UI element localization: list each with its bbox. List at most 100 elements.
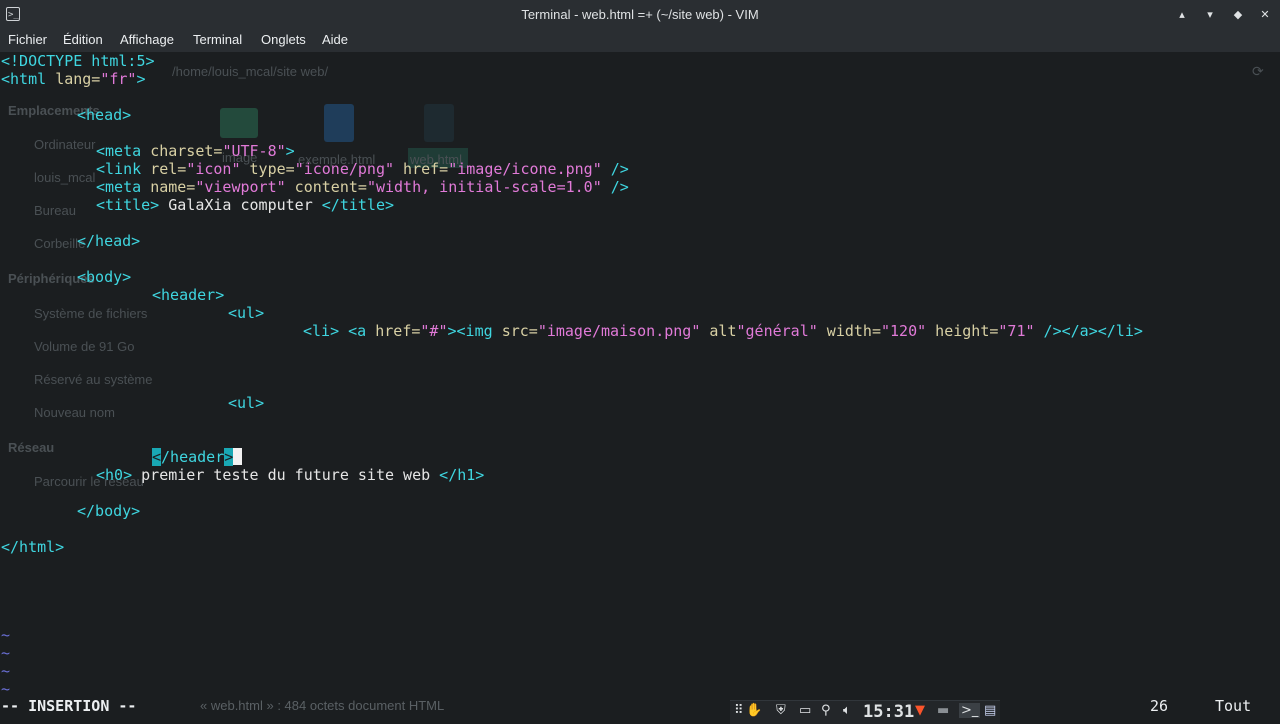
folder-icon[interactable]: ▬	[937, 703, 949, 718]
window-icon[interactable]: ▭	[799, 703, 811, 718]
shield-icon[interactable]: ⛨	[776, 703, 786, 718]
menu-onglets[interactable]: Onglets	[261, 32, 306, 47]
maximize-button[interactable]: ◆	[1230, 7, 1246, 23]
code-token: href=	[394, 160, 449, 178]
code-token: /header	[161, 448, 225, 466]
code-token: <header>	[152, 286, 225, 304]
ghost-path: /home/louis_mcal/site web/	[172, 64, 329, 79]
code-token: <li>	[303, 322, 340, 340]
ghost-item: Volume de 91 Go	[34, 339, 135, 354]
ghost-item: Système de fichiers	[34, 306, 148, 321]
ghost-html-icon	[324, 104, 354, 142]
ruler-scroll: Tout	[1215, 697, 1252, 715]
code-line: <html lang="fr">	[1, 70, 146, 88]
ghost-item: Réservé au système	[34, 372, 153, 387]
minimize-button[interactable]: ▾	[1202, 7, 1218, 23]
code-token: alt	[700, 322, 737, 340]
menu-terminal[interactable]: Terminal	[193, 32, 242, 47]
code-token: "icon"	[186, 160, 241, 178]
volume-icon[interactable]: 🔈︎	[843, 703, 851, 718]
terminal-area[interactable]: /home/louis_mcal/site web/ ⟳ Emplacement…	[0, 52, 1280, 723]
code-token: <meta	[96, 178, 151, 196]
code-token: GalaXia computer	[159, 196, 322, 214]
hand-icon[interactable]: ✋	[746, 703, 762, 718]
code-line: </html>	[1, 538, 64, 556]
code-token: charset=	[150, 142, 223, 160]
keep-above-button[interactable]: ▴	[1174, 7, 1190, 23]
vim-mode-indicator: -- INSERTION --	[1, 697, 137, 715]
menu-affichage[interactable]: Affichage	[120, 32, 174, 47]
code-token: width=	[817, 322, 881, 340]
code-token: name=	[150, 178, 196, 196]
empty-line-marker: ~	[1, 644, 11, 662]
code-token: premier teste du future site web	[132, 466, 440, 484]
text-cursor	[233, 448, 243, 465]
code-line: <ul>	[228, 304, 264, 322]
code-token: "#"	[420, 322, 448, 340]
code-token: ><img	[447, 322, 502, 340]
code-line: <head>	[77, 106, 131, 124]
ghost-status: « web.html » : 484 octets document HTML	[200, 698, 445, 713]
code-token: "width, initial-scale=1.0"	[366, 178, 602, 196]
code-token: />	[601, 178, 629, 196]
code-line: </head>	[77, 232, 140, 250]
code-token: content=	[285, 178, 367, 196]
ruler-position: 26	[1150, 697, 1169, 715]
code-token: >	[136, 70, 146, 88]
clock[interactable]: 15:31	[863, 702, 914, 722]
code-token: "image/icone.png"	[448, 160, 602, 178]
code-token: src=	[501, 322, 538, 340]
code-line: <meta charset="UTF-8">	[96, 142, 295, 160]
menu-aide[interactable]: Aide	[322, 32, 348, 47]
system-tray: ⠿ ✋ ⛨ ▭ ⚲ 🔈︎ 15:31 ▼ ▬ >_ ▤	[730, 700, 1000, 724]
code-line: <body>	[77, 268, 131, 286]
ghost-folder-icon	[220, 108, 258, 138]
code-token: </body>	[77, 502, 141, 520]
code-line-current: </header>	[152, 448, 243, 466]
paperclip-icon[interactable]: ⚲	[821, 703, 831, 718]
ghost-item: Nouveau nom	[34, 405, 115, 420]
empty-line-marker: ~	[1, 680, 11, 698]
code-token: <body>	[77, 268, 132, 286]
matching-bracket: >	[224, 448, 234, 466]
code-line: <h0> premier teste du future site web </…	[96, 466, 484, 484]
code-token: </html>	[1, 538, 65, 556]
code-token: <link	[96, 160, 151, 178]
close-button[interactable]: ✕	[1257, 7, 1273, 23]
code-line: <!DOCTYPE html:5>	[1, 52, 155, 70]
code-token: "image/maison.png"	[537, 322, 701, 340]
code-token: height=	[926, 322, 999, 340]
code-token: lang=	[55, 70, 101, 88]
ghost-refresh-icon: ⟳	[1252, 64, 1264, 80]
document-icon[interactable]: ▤	[984, 703, 996, 718]
code-line: <meta name="viewport" content="width, in…	[96, 178, 629, 196]
code-token: type=	[240, 160, 295, 178]
code-token: </head>	[77, 232, 141, 250]
ghost-html-icon	[424, 104, 454, 142]
code-token: <meta	[96, 142, 151, 160]
ghost-item: Bureau	[34, 203, 76, 218]
window-title: Terminal - web.html =+ (~/site web) - VI…	[521, 7, 759, 22]
code-line: <link rel="icon" type="icone/png" href="…	[96, 160, 629, 178]
menu-fichier[interactable]: Fichier	[8, 32, 47, 47]
code-token: <title>	[96, 196, 160, 214]
ghost-item: Ordinateur	[34, 137, 96, 152]
code-token: </title>	[321, 196, 395, 214]
code-token: "général"	[736, 322, 818, 340]
code-token: "fr"	[100, 70, 137, 88]
terminal-icon[interactable]: >_	[959, 703, 981, 718]
menu-bar: Fichier Édition Affichage Terminal Ongle…	[0, 30, 1280, 52]
code-token: /></a></li>	[1034, 322, 1143, 340]
code-token: "UTF-8"	[222, 142, 286, 160]
code-token: />	[601, 160, 629, 178]
empty-line-marker: ~	[1, 626, 11, 644]
code-token: "71"	[998, 322, 1035, 340]
code-token: <html	[1, 70, 56, 88]
menu-edition[interactable]: Édition	[63, 32, 103, 47]
code-token: <h0>	[96, 466, 133, 484]
code-token: </h1>	[439, 466, 485, 484]
brave-icon[interactable]: ▼	[915, 703, 925, 718]
code-line: <header>	[152, 286, 224, 304]
drag-handle-icon[interactable]: ⠿	[734, 703, 744, 718]
